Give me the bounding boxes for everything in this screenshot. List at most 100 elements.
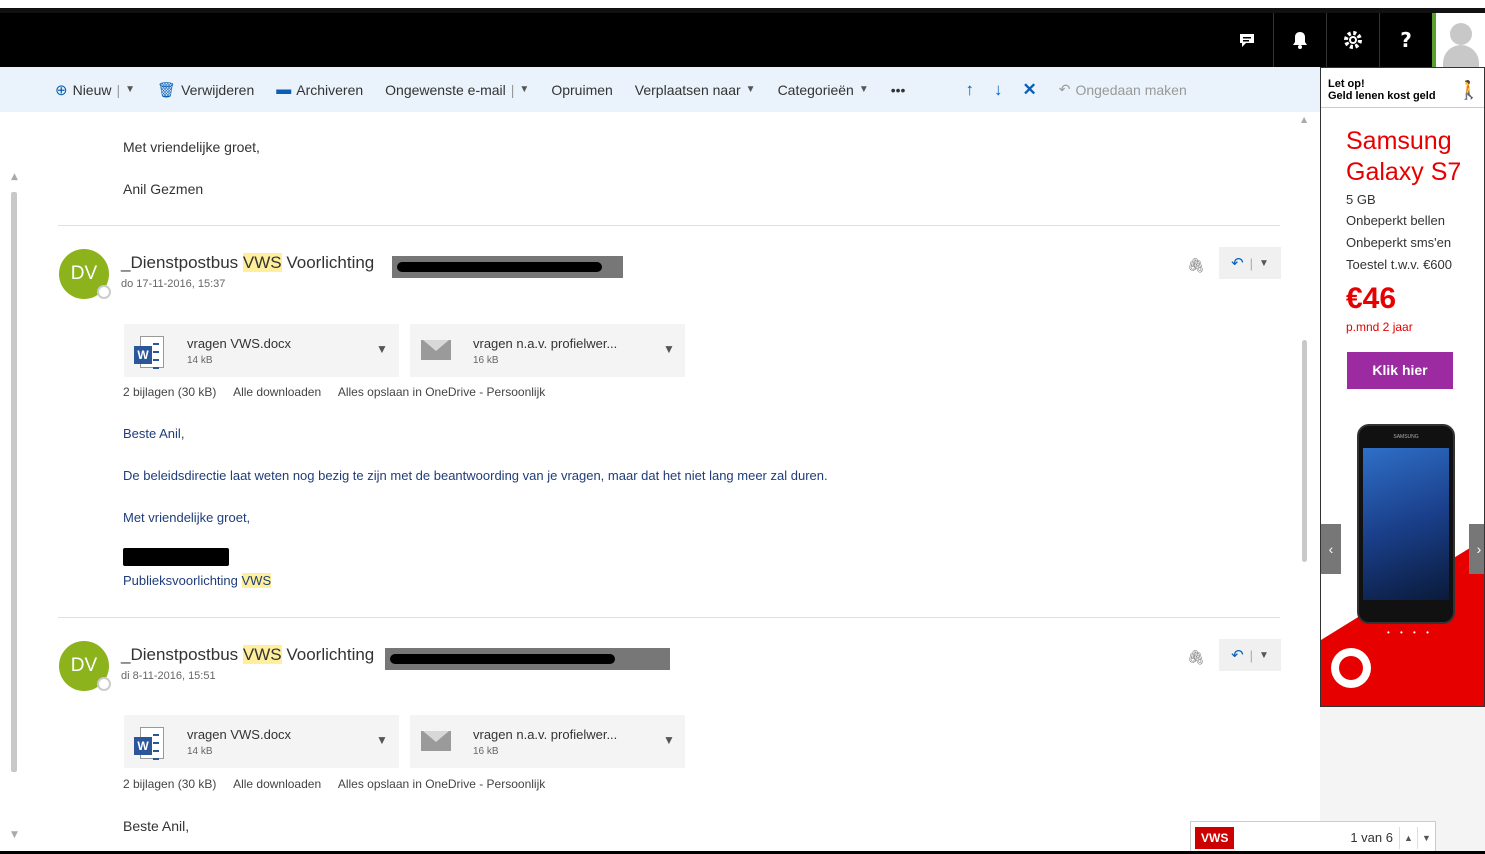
arrow-up-icon[interactable]: ↑ (965, 80, 974, 100)
sender-prefix: _Dienstpostbus (121, 645, 243, 664)
save-onedrive-link[interactable]: Alles opslaan in OneDrive - Persoonlijk (338, 777, 545, 791)
scroll-up-icon[interactable]: ▲ (1301, 115, 1307, 124)
find-input[interactable]: VWS (1195, 826, 1235, 849)
sender-name[interactable]: _Dienstpostbus VWS Voorlichting (121, 645, 374, 665)
message-divider (58, 225, 1280, 226)
search-highlight: VWS (242, 645, 282, 664)
chevron-down-icon[interactable]: ▼ (125, 84, 135, 95)
message-date: do 17-11-2016, 15:37 (121, 278, 226, 290)
search-highlight: VWS (242, 253, 282, 272)
more-button[interactable]: ••• (891, 82, 906, 98)
find-match-count: 1 van 6 (1350, 830, 1393, 845)
attachment-size: 16 kB (473, 355, 499, 366)
ad-title-line2: Galaxy S7 (1346, 158, 1462, 186)
undo-icon: ↶ (1058, 81, 1071, 97)
redacted-email (392, 256, 623, 278)
ad-title: Samsung Galaxy S7 (1346, 126, 1461, 188)
archive-icon: ▬ (276, 81, 292, 98)
reply-button[interactable]: ↶ | ▼ (1219, 639, 1281, 671)
chevron-down-icon[interactable]: ▼ (519, 84, 529, 95)
chevron-down-icon[interactable]: ▼ (376, 733, 388, 747)
ad-spec: Onbeperkt sms'en (1346, 235, 1452, 250)
avatar-initials: DV (70, 263, 98, 284)
new-label: Nieuw (72, 81, 112, 98)
attachment-card[interactable]: W vragen VWS.docx 14 kB ▼ (124, 324, 399, 377)
avatar-body (1443, 45, 1479, 67)
sweep-label: Opruimen (551, 81, 613, 98)
scrollbar-thumb[interactable] (11, 192, 17, 772)
chevron-down-icon[interactable]: ▼ (663, 733, 675, 747)
vodafone-logo-icon (1331, 648, 1371, 688)
scrollbar-thumb[interactable] (1302, 340, 1307, 562)
attachment-card[interactable]: vragen n.a.v. profielwer... 16 kB ▼ (410, 715, 685, 768)
attachment-actions: 2 bijlagen (30 kB) Alle downloaden Alles… (123, 385, 559, 399)
trash-icon: 🗑 (157, 81, 177, 99)
ad-spec: Toestel t.w.v. €600 (1346, 257, 1452, 272)
find-next-icon[interactable]: ▼ (1417, 826, 1435, 849)
attachment-card[interactable]: W vragen VWS.docx 14 kB ▼ (124, 715, 399, 768)
delete-label: Verwijderen (181, 81, 255, 98)
undo-button[interactable]: ↶ Ongedaan maken (1059, 81, 1187, 98)
word-icon: W (134, 336, 164, 369)
sweep-button[interactable]: Opruimen (551, 82, 612, 98)
archive-button[interactable]: ▬ Archiveren (276, 81, 363, 98)
ad-prev-icon[interactable]: ‹ (1321, 524, 1341, 574)
ad-spec: Onbeperkt bellen (1346, 213, 1446, 228)
top-navigation-bar: ? (0, 0, 1485, 67)
arrow-down-icon[interactable]: ↓ (994, 80, 1003, 100)
reply-icon: ↶ (1231, 647, 1244, 664)
bell-icon[interactable] (1273, 13, 1326, 67)
gear-icon[interactable] (1326, 13, 1379, 67)
carousel-dots: • • • • (1387, 628, 1433, 637)
download-all-link[interactable]: Alle downloaden (233, 385, 321, 399)
attachment-size: 14 kB (187, 355, 213, 366)
paperclip-icon: 🖇 (1187, 649, 1205, 665)
ad-cta-button[interactable]: Klik hier (1347, 352, 1453, 389)
avatar-head (1450, 23, 1472, 45)
sender-avatar[interactable]: DV (59, 249, 111, 299)
chevron-down-icon[interactable]: ▼ (1259, 650, 1269, 661)
greeting: Beste Anil, (123, 818, 190, 834)
download-all-link[interactable]: Alle downloaden (233, 777, 321, 791)
help-icon[interactable]: ? (1379, 13, 1432, 67)
redacted-signature-name (123, 548, 229, 566)
ad-spec: 5 GB (1346, 192, 1376, 207)
ad-next-icon[interactable]: › (1469, 524, 1484, 574)
attachment-card[interactable]: vragen n.a.v. profielwer... 16 kB ▼ (410, 324, 685, 377)
word-icon: W (134, 727, 164, 760)
signature-department: Publieksvoorlichting VWS (123, 573, 272, 588)
plus-circle-icon: ⊕ (55, 81, 68, 99)
envelope-icon (421, 731, 451, 751)
chevron-down-icon: ▼ (858, 84, 869, 95)
chevron-down-icon[interactable]: ▼ (1259, 258, 1269, 269)
find-prev-icon[interactable]: ▲ (1399, 826, 1417, 849)
delete-button[interactable]: 🗑 Verwijderen (157, 81, 254, 99)
avatar-initials: DV (70, 655, 98, 676)
move-label: Verplaatsen naar (634, 81, 741, 98)
reading-pane-scrollbar[interactable]: ▲ (1298, 112, 1320, 854)
vodafone-ad[interactable]: Let op! Geld lenen kost geld 🚶 Samsung G… (1320, 67, 1485, 707)
separator: | (1249, 255, 1254, 271)
chat-icon[interactable] (1220, 13, 1273, 67)
dept-prefix: Publieksvoorlichting (123, 573, 242, 588)
new-button[interactable]: ⊕ Nieuw | ▼ (55, 81, 135, 99)
user-avatar[interactable] (1432, 13, 1485, 67)
message-divider (58, 617, 1280, 618)
presence-icon (97, 285, 111, 299)
categories-button[interactable]: Categorieën ▼ (778, 82, 869, 98)
reply-button[interactable]: ↶ | ▼ (1219, 247, 1281, 279)
save-onedrive-link[interactable]: Alles opslaan in OneDrive - Persoonlijk (338, 385, 545, 399)
chevron-down-icon[interactable]: ▼ (376, 342, 388, 356)
sender-avatar[interactable]: DV (59, 641, 111, 691)
scroll-up-icon[interactable]: ▲ (11, 172, 18, 182)
close-icon[interactable]: ✕ (1022, 80, 1036, 100)
move-to-button[interactable]: Verplaatsen naar ▼ (635, 82, 756, 98)
folder-pane-scrollbar[interactable]: ▲ ▼ (0, 112, 22, 854)
ad-title-line1: Samsung (1346, 127, 1452, 155)
sender-name[interactable]: _Dienstpostbus VWS Voorlichting (121, 253, 374, 273)
chevron-down-icon[interactable]: ▼ (663, 342, 675, 356)
prev-signoff: Met vriendelijke groet, (123, 139, 260, 155)
junk-button[interactable]: Ongewenste e-mail | ▼ (385, 82, 529, 98)
chevron-down-icon: ▼ (745, 84, 756, 95)
scroll-down-icon[interactable]: ▼ (11, 830, 18, 840)
